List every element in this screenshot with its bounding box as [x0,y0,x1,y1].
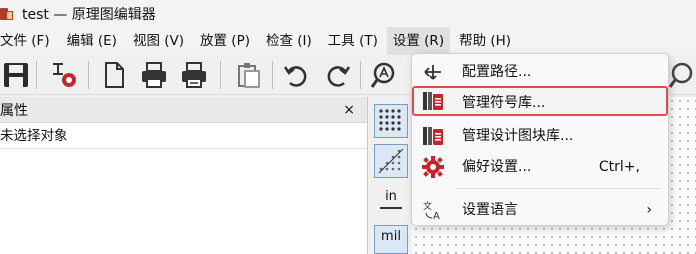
menu-place[interactable]: 放置 (P) [197,27,253,55]
left-toolstrip: in mil [370,97,412,254]
menu-item-manage-design-block-libraries[interactable]: 管理设计图块库... [412,121,668,151]
properties-header: 属性 × [0,97,367,123]
properties-panel: 属性 × 未选择对象 [0,97,368,254]
configure-paths-icon [422,61,444,83]
undo-icon[interactable] [280,59,312,91]
svg-text:A: A [433,211,440,221]
grid-overrides-icon[interactable] [374,144,408,178]
menu-help[interactable]: 帮助 (H) [456,27,514,55]
menu-tools[interactable]: 工具 (T) [325,27,381,55]
unit-inch-label[interactable]: in [374,189,408,204]
preferences-menu: 配置路径... 管理符号库... 管理设计图块库... 偏好设置... Ctrl… [411,53,669,226]
window-title: test — 原理图编辑器 [22,6,156,23]
menu-edit[interactable]: 编辑 (E) [64,27,120,55]
symbol-library-icon [422,90,444,112]
redo-icon[interactable] [322,59,354,91]
menu-item-preferences[interactable]: 偏好设置... Ctrl+, [412,152,668,182]
menu-item-label: 管理符号库... [462,95,546,111]
menu-item-label: 偏好设置... [462,159,532,175]
schematic-editor-window: test — 原理图编辑器 文件 (F) 编辑 (E) 视图 (V) 放置 (P… [0,0,696,254]
menu-preferences[interactable]: 设置 (R) [386,27,451,55]
schematic-setup-icon[interactable] [48,59,80,91]
app-icon [0,6,14,22]
page-settings-icon[interactable] [98,59,130,91]
title-bar: test — 原理图编辑器 [0,0,696,27]
menu-separator [456,188,661,189]
menu-item-set-language[interactable]: 文 A 设置语言 › [412,195,668,225]
find-icon[interactable] [368,59,400,91]
menu-item-configure-paths[interactable]: 配置路径... [412,57,668,87]
properties-status: 未选择对象 [0,123,367,149]
zoom-icon[interactable] [668,60,694,90]
menu-inspect[interactable]: 检查 (I) [263,27,315,55]
grid-toggle-icon[interactable] [374,104,408,138]
language-icon: 文 A [422,199,444,222]
menu-file[interactable]: 文件 (F) [0,27,53,55]
menu-item-label: 管理设计图块库... [462,128,574,144]
gear-icon [422,156,444,178]
menu-item-label: 设置语言 [462,202,518,218]
menu-item-label: 配置路径... [462,64,532,80]
unit-mil-button[interactable]: mil [374,225,408,254]
properties-title: 属性 [0,102,28,119]
unit-mil-label: mil [381,229,401,244]
svg-text:文: 文 [423,200,432,212]
menu-item-shortcut: Ctrl+, [598,159,640,175]
menu-view[interactable]: 视图 (V) [130,27,187,55]
unit-inch-arrow [380,207,402,209]
plot-icon[interactable] [178,59,210,91]
paste-icon[interactable] [232,59,264,91]
menu-bar: 文件 (F) 编辑 (E) 视图 (V) 放置 (P) 检查 (I) 工具 (T… [0,27,696,55]
menu-item-manage-symbol-libraries[interactable]: 管理符号库... [412,86,668,116]
design-block-library-icon [422,125,444,147]
close-icon[interactable]: × [343,102,355,118]
save-icon[interactable] [0,59,32,91]
print-icon[interactable] [138,59,170,91]
submenu-arrow-icon: › [646,202,652,218]
